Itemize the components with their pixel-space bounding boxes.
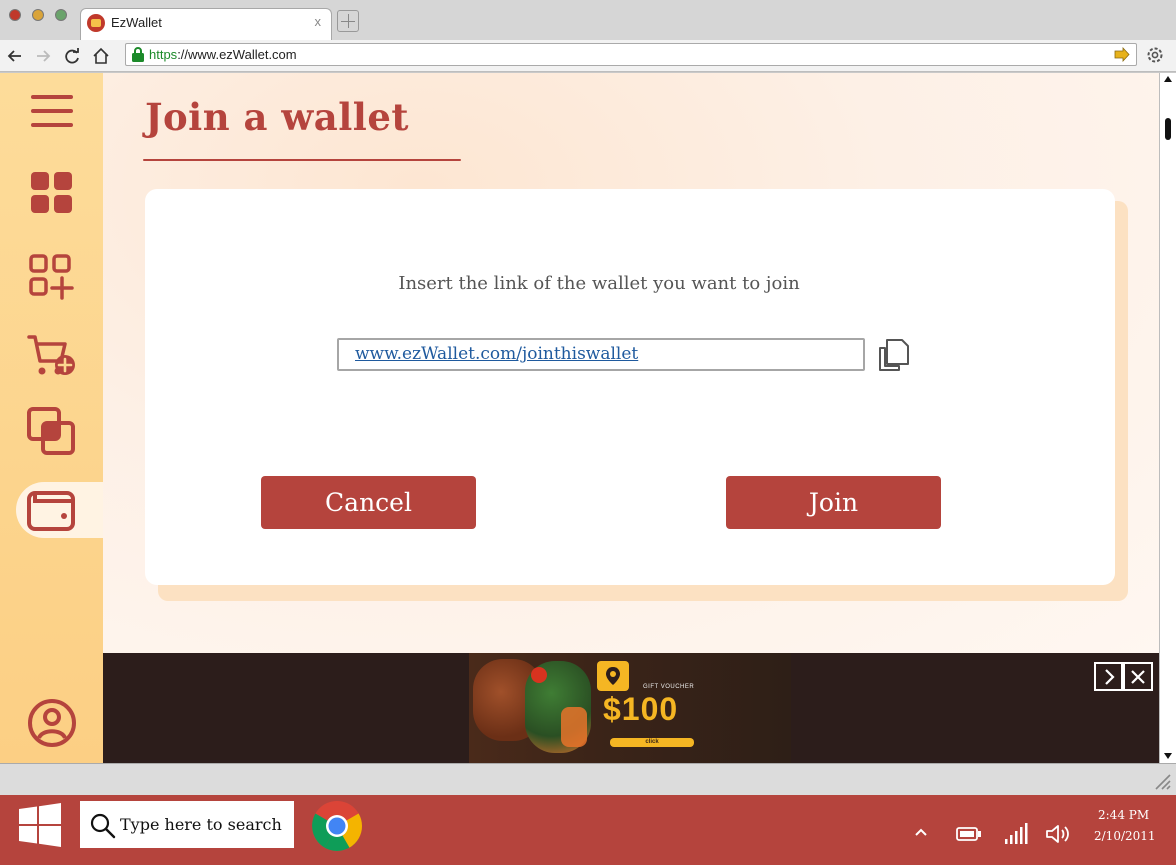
clock-date[interactable]: 2/10/2011 [1094, 829, 1156, 843]
ad-banner[interactable]: GIFT VOUCHER $100 click [469, 653, 791, 763]
window-maximize-button[interactable] [55, 9, 67, 21]
browser-tab[interactable]: EzWallet x [80, 8, 332, 40]
chrome-icon[interactable] [311, 800, 363, 852]
ad-amount: $100 [603, 691, 679, 727]
address-bar[interactable]: https://www.ezWallet.com [125, 43, 1137, 66]
browser-statusbar [0, 763, 1176, 795]
scroll-down-arrow-icon[interactable] [1163, 752, 1173, 760]
ad-location-pin-icon [597, 661, 629, 691]
battery-icon[interactable] [956, 826, 982, 842]
sidebar-item-dashboard[interactable] [18, 165, 86, 221]
ad-tomato-image [531, 667, 547, 683]
chevron-right-icon [1104, 668, 1115, 685]
window-minimize-button[interactable] [32, 9, 44, 21]
forward-arrow-icon[interactable] [32, 45, 54, 67]
bookmark-arrow-icon[interactable] [1114, 47, 1130, 62]
sidebar-item-add-category[interactable] [18, 249, 86, 305]
grid-icon [31, 172, 72, 213]
page-title: Join a wallet [145, 95, 409, 139]
tray-expand-icon[interactable] [914, 827, 928, 837]
browser-titlebar: EzWallet x [0, 0, 1176, 40]
sidebar-item-wallets[interactable] [18, 404, 86, 460]
signal-strength-icon[interactable] [1004, 823, 1030, 845]
new-tab-button[interactable] [337, 10, 359, 32]
browser-navbar: https://www.ezWallet.com [0, 40, 1176, 72]
settings-gear-icon[interactable] [1145, 45, 1165, 65]
close-icon [1131, 669, 1145, 684]
ad-voucher-label: GIFT VOUCHER [643, 684, 695, 690]
ad-bar: GIFT VOUCHER $100 click [103, 653, 1159, 763]
sidebar-item-profile[interactable] [18, 695, 86, 751]
taskbar-search-placeholder: Type here to search [120, 815, 282, 834]
wallet-link-value[interactable]: www.ezWallet.com/jointhiswallet [355, 344, 638, 364]
title-underline [143, 159, 461, 161]
clock-time[interactable]: 2:44 PM [1098, 808, 1149, 822]
join-prompt-text: Insert the link of the wallet you want t… [398, 273, 800, 294]
sidebar-item-add-purchase[interactable] [18, 327, 86, 383]
url-text: https://www.ezWallet.com [149, 47, 297, 62]
taskbar-search-box[interactable]: Type here to search [80, 801, 294, 848]
ad-close-button[interactable] [1123, 662, 1153, 691]
cart-add-icon [27, 335, 75, 375]
tab-close-button[interactable]: x [315, 14, 322, 29]
wallet-link-input[interactable]: www.ezWallet.com/jointhiswallet [337, 338, 865, 371]
grid-add-icon [29, 254, 74, 300]
overlapping-squares-icon [27, 407, 75, 455]
hamburger-menu-icon [31, 95, 73, 127]
sidebar [0, 73, 103, 763]
main-content: Join a wallet Insert the link of the wal… [103, 73, 1159, 653]
resize-grip-icon[interactable] [1150, 769, 1172, 791]
tab-title: EzWallet [111, 15, 162, 30]
scroll-up-arrow-icon[interactable] [1163, 75, 1173, 83]
windows-start-icon[interactable] [18, 803, 62, 847]
volume-icon[interactable] [1045, 823, 1071, 845]
app-viewport: Join a wallet Insert the link of the wal… [0, 73, 1159, 763]
home-icon[interactable] [90, 45, 112, 67]
window-close-button[interactable] [9, 9, 21, 21]
ad-click-button[interactable]: click [610, 738, 694, 747]
wallet-favicon-icon [87, 14, 105, 32]
ad-next-button[interactable] [1094, 662, 1123, 691]
user-icon [28, 699, 76, 747]
search-icon [90, 813, 116, 839]
vertical-scrollbar[interactable] [1159, 73, 1176, 763]
lock-icon [132, 47, 144, 62]
back-arrow-icon[interactable] [4, 45, 26, 67]
reload-icon[interactable] [61, 45, 83, 67]
sidebar-item-wallet[interactable] [16, 482, 103, 538]
cancel-button[interactable]: Cancel [261, 476, 476, 529]
scroll-thumb[interactable] [1165, 118, 1171, 140]
join-wallet-card: Insert the link of the wallet you want t… [145, 189, 1115, 585]
copy-icon[interactable] [877, 337, 911, 373]
sidebar-item-menu[interactable] [18, 83, 86, 139]
ad-carrot-image [561, 707, 587, 747]
wallet-icon [27, 491, 75, 531]
join-button[interactable]: Join [726, 476, 941, 529]
taskbar: Type here to search 2:44 PM 2/10/2011 [0, 795, 1176, 865]
